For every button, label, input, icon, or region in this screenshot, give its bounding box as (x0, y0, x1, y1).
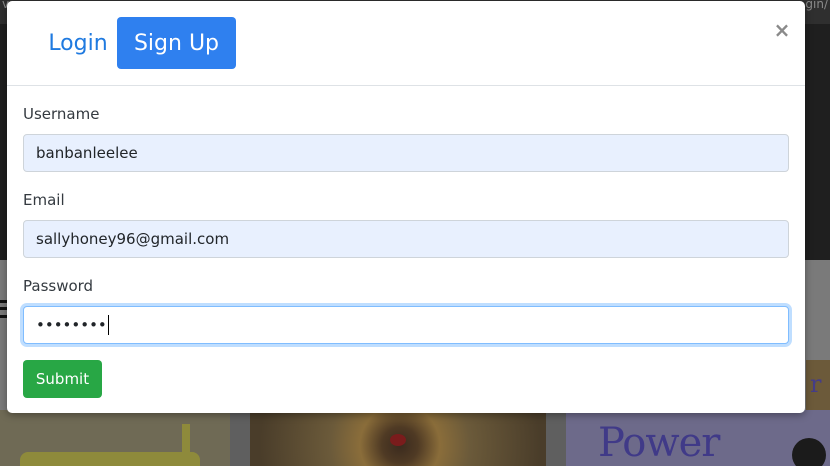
signup-form: Username banbanleelee Email sallyhoney96… (7, 87, 805, 413)
email-value: sallyhoney96@gmail.com (36, 230, 230, 248)
password-input[interactable]: •••••••• (23, 306, 789, 344)
background-side-text: r (810, 370, 822, 398)
submit-button[interactable]: Submit (23, 360, 102, 398)
close-icon[interactable]: × (771, 17, 793, 43)
background-thumbnails: Power (0, 410, 830, 466)
username-input[interactable]: banbanleelee (23, 134, 789, 172)
signup-modal: Login Sign Up × Username banbanleelee Em… (7, 1, 805, 413)
email-label: Email (23, 191, 65, 209)
username-value: banbanleelee (36, 144, 138, 162)
tab-signup[interactable]: Sign Up (117, 17, 236, 69)
modal-header: Login Sign Up × (7, 1, 805, 86)
password-label: Password (23, 277, 94, 295)
username-label: Username (23, 105, 100, 123)
text-caret (107, 315, 109, 335)
background-top-right-text: gin/ (805, 0, 828, 11)
background-side-image: r (806, 360, 830, 410)
thumbnail-image (0, 410, 230, 466)
tab-login[interactable]: Login (25, 17, 131, 69)
thumbnail-title: Power (598, 420, 720, 466)
password-value: •••••••• (36, 316, 107, 334)
thumbnail-image (250, 410, 546, 466)
email-input[interactable]: sallyhoney96@gmail.com (23, 220, 789, 258)
thumbnail-image: Power (566, 410, 830, 466)
